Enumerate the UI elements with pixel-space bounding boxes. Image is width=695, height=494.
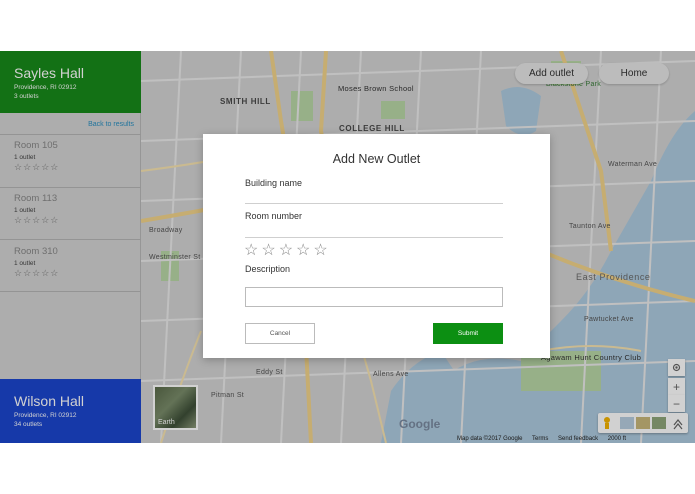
rating-star-picker[interactable]: ☆☆☆☆☆ — [244, 240, 331, 260]
star-icon[interactable]: ☆ — [279, 242, 295, 259]
cancel-button[interactable]: Cancel — [245, 323, 315, 344]
modal-title: Add New Outlet — [332, 152, 421, 166]
star-icon[interactable]: ☆ — [261, 242, 277, 259]
star-icon[interactable]: ☆ — [313, 242, 329, 259]
submit-button[interactable]: Submit — [433, 323, 503, 344]
room-number-field[interactable]: Room number — [245, 211, 302, 221]
star-icon[interactable]: ☆ — [244, 242, 260, 259]
room-number-underline — [245, 237, 503, 238]
description-input[interactable] — [245, 287, 503, 307]
description-label: Description — [245, 264, 291, 274]
add-outlet-modal: Add New Outlet Building name Room number… — [203, 134, 550, 358]
building-name-field[interactable]: Building name — [245, 178, 302, 188]
app-window: SMITH HILL COLLEGE HILL Moses Brown Scho… — [0, 51, 695, 443]
star-icon[interactable]: ☆ — [296, 242, 312, 259]
building-name-underline — [245, 203, 503, 204]
